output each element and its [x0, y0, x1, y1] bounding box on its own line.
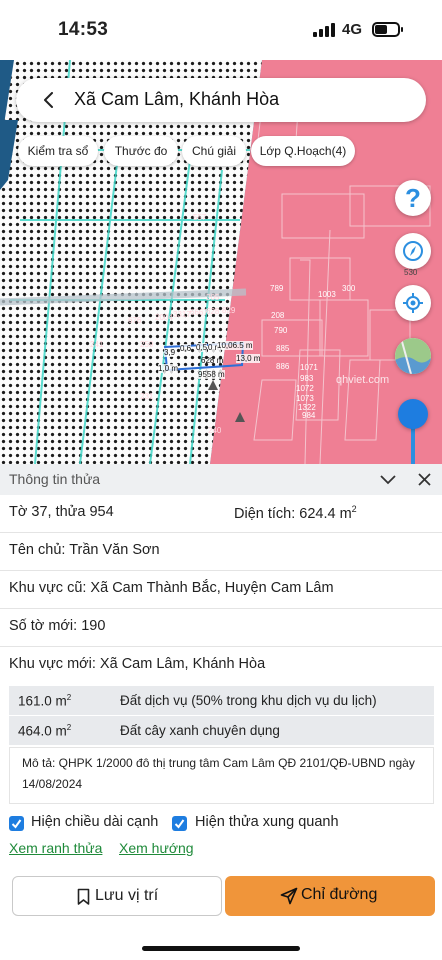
old-area-row: Khu vực cũ: Xã Cam Thành Bắc, Huyện Cam … — [0, 571, 442, 609]
parcel-area-text: Diện tích: 624.4 m — [234, 505, 352, 522]
owner-name: Tên chủ: Trần Văn Sơn — [9, 542, 160, 558]
parcel-edge-label: 10,06.5 m — [217, 341, 253, 350]
parcel-area-label: 628 m — [201, 356, 224, 365]
land-use-area-value: 464.0 m — [18, 723, 67, 739]
parcel-edge-label: 1,0 m — [158, 364, 179, 373]
status-time: 14:53 — [58, 19, 109, 40]
battery-icon — [372, 22, 403, 37]
chip-check-book[interactable]: Kiểm tra sổ — [18, 136, 98, 166]
help-icon: ? — [405, 182, 421, 213]
location-title[interactable]: Xã Cam Lâm, Khánh Hòa — [74, 89, 279, 110]
locate-button[interactable] — [395, 285, 431, 321]
map-label: 789 — [270, 284, 284, 293]
map-label: 983 — [300, 374, 314, 383]
land-use-row: 464.0 m2 Đất cây xanh chuyên dụng — [9, 716, 434, 746]
land-use-area: 161.0 m2 — [18, 693, 71, 709]
new-area: Khu vực mới: Xã Cam Lâm, Khánh Hòa — [9, 656, 266, 672]
map-label: 885 — [276, 344, 290, 353]
parcel-area-unit: 2 — [351, 504, 357, 514]
new-sheet-number: Số tờ mới: 190 — [9, 618, 106, 634]
satellite-thumbnail-icon — [395, 338, 431, 374]
planning-description: Mô tả: QHPK 1/2000 đô thị trung tâm Cam … — [9, 747, 434, 804]
view-direction-link[interactable]: Xem hướng — [119, 840, 194, 856]
save-location-label: Lưu vị trí — [95, 887, 159, 904]
map-label: 628 — [206, 307, 220, 316]
map-layer-button[interactable] — [395, 338, 431, 374]
sheet-number: Tờ 37, thửa 954 — [9, 504, 114, 520]
map-label: 259 — [140, 340, 154, 349]
compass-value: 530 — [404, 268, 418, 277]
parcel-edge-label: 13,0 m — [236, 354, 261, 363]
new-sheet-row: Số tờ mới: 190 — [0, 609, 442, 647]
chevron-down-icon[interactable] — [380, 473, 396, 485]
owner-row: Tên chủ: Trần Văn Sơn — [0, 533, 442, 571]
land-use-row: 161.0 m2 Đất dịch vụ (50% trong khu dịch… — [9, 686, 434, 716]
directions-button[interactable]: Chỉ đường — [225, 876, 435, 916]
opacity-slider-knob[interactable] — [398, 399, 428, 429]
map-label: 676 — [128, 316, 142, 325]
checkmark-icon — [174, 819, 185, 829]
home-indicator — [142, 946, 300, 951]
map-label: 1003 — [318, 290, 336, 299]
chip-planning-layer[interactable]: Lớp Q.Hoạch(4) — [251, 136, 355, 166]
checkmark-icon — [11, 819, 22, 829]
map-label: 300 — [342, 284, 356, 293]
show-surrounding-label[interactable]: Hiện thửa xung quanh — [195, 814, 339, 830]
bookmark-icon — [77, 888, 90, 905]
back-arrow-icon[interactable] — [42, 92, 56, 108]
status-bar: 14:53 4G — [0, 0, 442, 60]
land-use-type: Đất cây xanh chuyên dụng — [120, 723, 280, 738]
show-edge-length-checkbox[interactable] — [9, 816, 24, 831]
sheet-title: Thông tin thửa — [9, 471, 101, 487]
chip-measure[interactable]: Thước đo — [104, 136, 178, 166]
parcel-area: Diện tích: 624.4 m2 — [234, 504, 357, 522]
map-label: 1073 — [296, 394, 314, 403]
send-icon — [280, 887, 298, 905]
new-area-row: Khu vực mới: Xã Cam Lâm, Khánh Hòa — [0, 647, 442, 685]
compass-icon — [403, 241, 423, 261]
chip-legend[interactable]: Chú giải — [182, 136, 246, 166]
land-use-area-unit: 2 — [66, 693, 72, 702]
map-label: 3317 — [173, 310, 191, 319]
parcel-edge-label: 0,5 — [196, 343, 208, 352]
map-label: 557 — [193, 213, 207, 222]
crosshair-icon — [403, 293, 423, 313]
help-button[interactable]: ? — [395, 180, 431, 216]
signal-icon — [313, 23, 337, 37]
show-edge-length-label[interactable]: Hiện chiều dài cạnh — [31, 814, 158, 830]
map-label: 829 — [222, 306, 236, 315]
map-watermark: qhviet.com — [336, 374, 390, 386]
directions-label: Chỉ đường — [301, 886, 378, 903]
map-label: 790 — [274, 326, 288, 335]
land-use-type: Đất dịch vụ (50% trong khu dịch vụ du lị… — [120, 693, 377, 708]
search-bar[interactable]: Xã Cam Lâm, Khánh Hòa — [16, 78, 426, 122]
close-icon[interactable] — [418, 473, 431, 486]
map-label: 241 — [90, 340, 104, 349]
map-label: 984 — [302, 411, 316, 420]
network-type: 4G — [342, 21, 363, 38]
compass-button[interactable] — [395, 233, 431, 269]
map-label: 2004 — [155, 313, 173, 322]
parcel-edge-label: 0,6 — [180, 344, 192, 353]
view-boundary-link[interactable]: Xem ranh thửa — [9, 840, 102, 856]
map-label: 231 — [140, 392, 154, 401]
land-use-area-value: 161.0 m — [18, 693, 67, 709]
map-label: 208 — [271, 311, 285, 320]
save-location-button[interactable]: Lưu vị trí — [12, 876, 222, 916]
old-area: Khu vực cũ: Xã Cam Thành Bắc, Huyện Cam … — [9, 580, 334, 596]
parcel-edge-label: 9558 m — [198, 370, 225, 379]
map-label: 240 — [208, 426, 222, 435]
sheet-area-row: Tờ 37, thửa 954 Diện tích: 624.4 m2 — [0, 495, 442, 533]
map-label: 886 — [276, 362, 290, 371]
map-label: 205 — [206, 293, 220, 302]
land-use-area-unit: 2 — [66, 723, 72, 732]
show-surrounding-checkbox[interactable] — [172, 816, 187, 831]
land-use-area: 464.0 m2 — [18, 723, 71, 739]
sheet-header: Thông tin thửa — [0, 464, 442, 495]
parcel-edge-label: 3,9 — [164, 348, 176, 357]
map-label: 1072 — [296, 384, 314, 393]
map-label: 1071 — [300, 363, 318, 372]
